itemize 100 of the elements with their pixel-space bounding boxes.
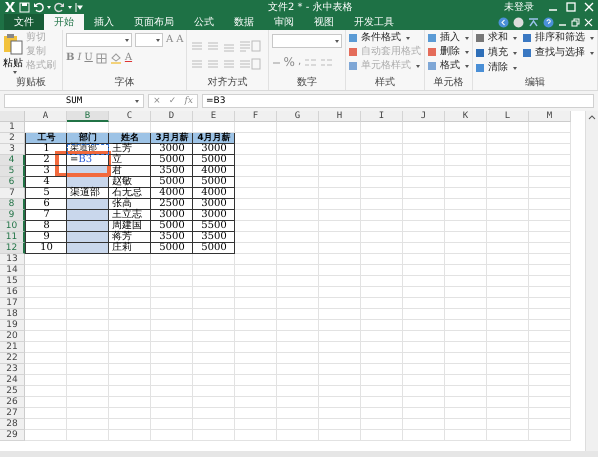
grid-cell[interactable] (193, 408, 235, 419)
grid-cell[interactable] (445, 243, 487, 254)
grid-cell[interactable] (277, 331, 319, 342)
grid-cell[interactable] (25, 364, 67, 375)
grid-cell[interactable] (151, 353, 193, 364)
row-header[interactable]: 23 (0, 364, 25, 375)
grid-cell[interactable] (319, 364, 361, 375)
grid-cell[interactable] (487, 298, 529, 309)
column-header[interactable]: D (151, 111, 193, 122)
ribbon-button[interactable]: 求和 (476, 32, 517, 44)
grid-cell[interactable] (319, 408, 361, 419)
grid-cell[interactable] (67, 320, 109, 331)
row-header[interactable]: 10 (0, 221, 25, 232)
grid-cell[interactable] (487, 408, 529, 419)
selected-cell[interactable] (67, 232, 109, 243)
grid-cell[interactable] (25, 419, 67, 430)
grid-cell[interactable] (361, 419, 403, 430)
grid-cell[interactable] (361, 309, 403, 320)
grid-cell[interactable] (487, 276, 529, 287)
grid-cell[interactable] (403, 320, 445, 331)
ribbon-tab[interactable]: 视图 (304, 14, 344, 30)
grid-cell[interactable] (487, 243, 529, 254)
grid-cell[interactable] (361, 320, 403, 331)
ribbon-tab[interactable]: 公式 (184, 14, 224, 30)
ribbon-tab[interactable]: 页面布局 (124, 14, 184, 30)
collapse-ribbon-icon[interactable] (528, 16, 539, 28)
grid-cell[interactable] (277, 375, 319, 386)
grid-cell[interactable] (529, 166, 571, 177)
grid-cell[interactable] (361, 243, 403, 254)
grid-cell[interactable] (151, 320, 193, 331)
row-header[interactable]: 13 (0, 254, 25, 265)
ribbon-button[interactable]: 清除 (476, 62, 517, 74)
column-header[interactable]: B (67, 111, 109, 122)
grid-cell[interactable] (529, 155, 571, 166)
grid-cell[interactable] (67, 287, 109, 298)
grid-cell[interactable] (361, 210, 403, 221)
grid-cell[interactable] (109, 254, 151, 265)
grid-cell[interactable] (151, 419, 193, 430)
grid-cell[interactable] (277, 430, 319, 441)
grid-cell[interactable] (319, 221, 361, 232)
ribbon-tab[interactable]: 文件 (4, 14, 44, 30)
grid-cell[interactable] (403, 419, 445, 430)
grid-cell[interactable] (361, 298, 403, 309)
grid-cell[interactable] (235, 243, 277, 254)
grid-cell[interactable] (193, 331, 235, 342)
grid-cell[interactable] (487, 309, 529, 320)
row-header[interactable]: 28 (0, 419, 25, 430)
row-header[interactable]: 14 (0, 265, 25, 276)
grid-cell[interactable] (193, 309, 235, 320)
grid-cell[interactable] (25, 276, 67, 287)
customize-icon[interactable] (75, 2, 83, 12)
row-header[interactable]: 15 (0, 276, 25, 287)
grid-cell[interactable] (403, 309, 445, 320)
save-icon[interactable] (19, 2, 30, 12)
selected-cell[interactable] (67, 199, 109, 210)
grid-cell[interactable] (235, 298, 277, 309)
grid-cell[interactable] (487, 386, 529, 397)
undo-icon[interactable] (33, 2, 44, 12)
grid-cell[interactable] (67, 375, 109, 386)
grid-cell[interactable] (529, 397, 571, 408)
grid-cell[interactable] (235, 331, 277, 342)
grid-cell[interactable] (403, 430, 445, 441)
grid-cell[interactable] (193, 353, 235, 364)
fill-color-icon[interactable] (110, 52, 122, 64)
grid-cell[interactable] (319, 375, 361, 386)
insert-function-button[interactable]: fx (184, 96, 193, 106)
grid-cell[interactable] (445, 133, 487, 144)
column-header[interactable]: K (445, 111, 487, 122)
grid-cell[interactable] (67, 254, 109, 265)
grid-cell[interactable] (319, 155, 361, 166)
row-header[interactable]: 6 (0, 177, 25, 188)
grid-cell[interactable] (151, 309, 193, 320)
enter-button[interactable]: ✓ (168, 96, 176, 106)
grid-cell[interactable] (151, 342, 193, 353)
ribbon-tab[interactable]: 开发工具 (344, 14, 404, 30)
vertical-scrollbar[interactable] (585, 111, 598, 451)
grid-cell[interactable] (529, 353, 571, 364)
grid-cell[interactable] (361, 408, 403, 419)
grid-cell[interactable] (151, 386, 193, 397)
font-name-field[interactable] (66, 33, 132, 47)
grid-cell[interactable] (109, 430, 151, 441)
grid-cell[interactable] (151, 408, 193, 419)
column-header[interactable]: F (235, 111, 277, 122)
grid-cell[interactable] (361, 331, 403, 342)
caret-icon[interactable] (68, 6, 72, 8)
grid-cell[interactable] (529, 298, 571, 309)
grid-cell[interactable] (67, 331, 109, 342)
grid-cell[interactable] (193, 364, 235, 375)
grid-cell[interactable] (193, 265, 235, 276)
grid-cell[interactable] (67, 298, 109, 309)
grid-cell[interactable] (361, 166, 403, 177)
grid-cell[interactable] (235, 166, 277, 177)
grid-cell[interactable] (25, 298, 67, 309)
grid-cell[interactable] (193, 276, 235, 287)
column-header[interactable]: G (277, 111, 319, 122)
grid-cell[interactable] (529, 177, 571, 188)
grid-cell[interactable] (487, 364, 529, 375)
grid-cell[interactable] (235, 221, 277, 232)
grid-cell[interactable] (487, 397, 529, 408)
grid-cell[interactable] (235, 232, 277, 243)
